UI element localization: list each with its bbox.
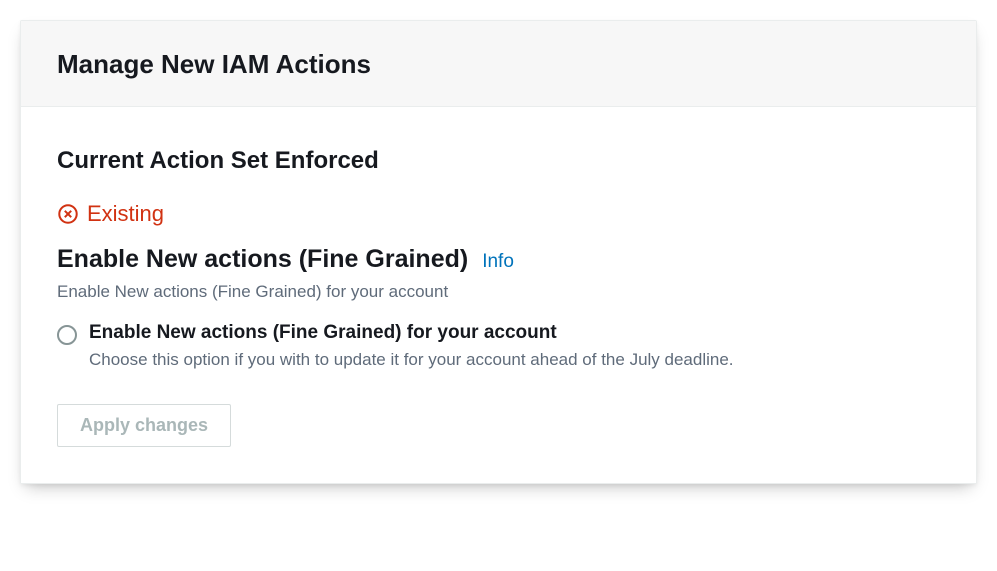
enable-new-actions-header: Enable New actions (Fine Grained) Info [57,245,940,274]
enable-new-actions-title: Enable New actions (Fine Grained) [57,245,468,274]
enable-new-actions-description: Enable New actions (Fine Grained) for yo… [57,282,940,302]
current-action-set-heading: Current Action Set Enforced [57,147,940,175]
radio-option-description: Choose this option if you with to update… [89,348,940,372]
card-header: Manage New IAM Actions [21,21,976,107]
apply-changes-button[interactable]: Apply changes [57,404,231,447]
enable-new-actions-option[interactable]: Enable New actions (Fine Grained) for yo… [57,322,940,372]
status-text: Existing [87,201,164,227]
info-link[interactable]: Info [482,251,514,273]
error-circle-icon [57,203,79,225]
page-title: Manage New IAM Actions [57,49,940,80]
manage-iam-actions-card: Manage New IAM Actions Current Action Se… [20,20,977,484]
status-row: Existing [57,201,940,227]
radio-content: Enable New actions (Fine Grained) for yo… [89,322,940,372]
radio-unchecked-icon[interactable] [57,325,77,345]
radio-option-label: Enable New actions (Fine Grained) for yo… [89,322,940,344]
card-body: Current Action Set Enforced Existing Ena… [21,107,976,483]
